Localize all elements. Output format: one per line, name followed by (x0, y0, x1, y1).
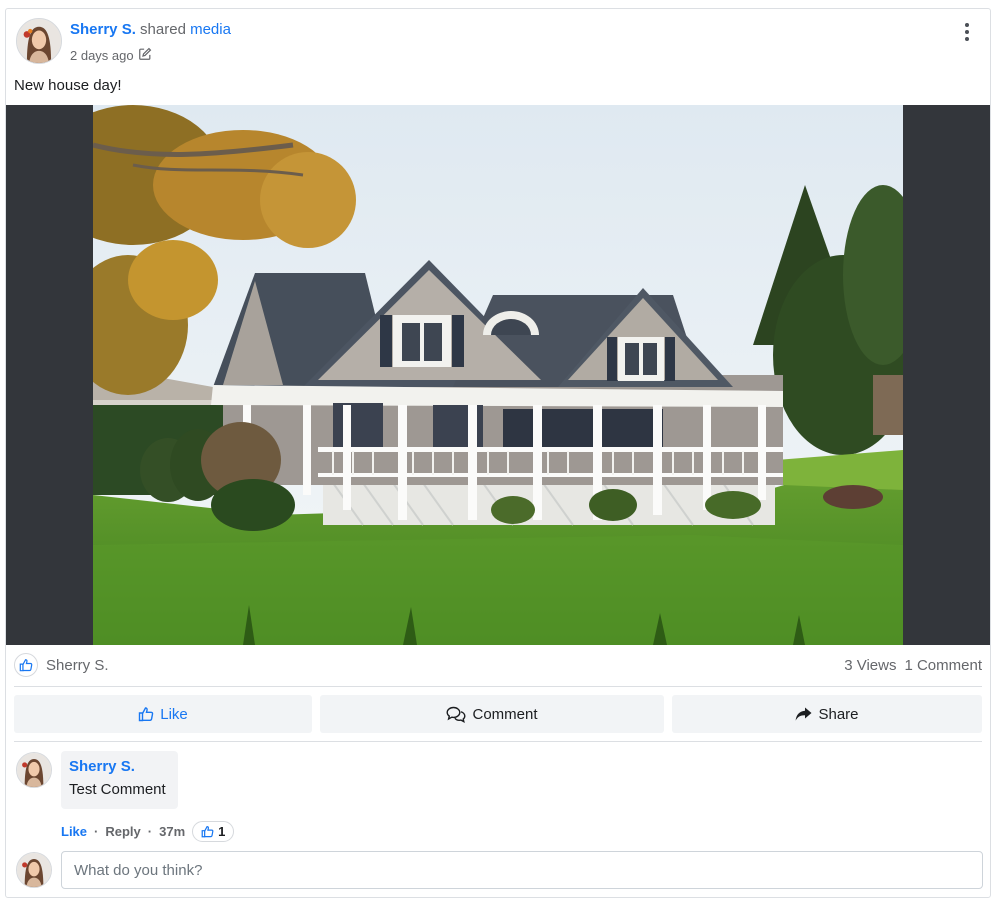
comment-time[interactable]: 37m (159, 824, 185, 839)
comment-button-label: Comment (472, 705, 538, 723)
shared-text: shared (140, 21, 186, 38)
edit-icon[interactable] (138, 47, 152, 64)
current-user-avatar (16, 852, 52, 888)
media-viewer (6, 105, 990, 645)
post-card: Sherry S. shared media 2 days ago New ho… (5, 8, 991, 898)
comments-count[interactable]: 1 Comment (904, 657, 982, 674)
ellipsis-vertical-icon (965, 23, 969, 27)
actions-divider (14, 741, 982, 742)
comment-reply-link[interactable]: Reply (105, 824, 140, 839)
media-link[interactable]: media (190, 21, 231, 38)
author-avatar[interactable] (16, 18, 62, 64)
comment-text: Test Comment (69, 781, 166, 798)
comment-like-link[interactable]: Like (61, 824, 87, 839)
post-text: New house day! (14, 77, 122, 94)
comment-reaction-count[interactable]: 1 (192, 821, 235, 842)
comment-bubble: Sherry S. Test Comment (61, 751, 178, 809)
comment-input[interactable] (61, 851, 983, 889)
stats-divider (14, 686, 982, 687)
post-header: Sherry S. shared media (70, 21, 231, 38)
like-button-label: Like (160, 705, 188, 723)
post-stats: Sherry S. 3 Views 1 Comment (14, 653, 982, 679)
views-count[interactable]: 3 Views (844, 657, 896, 674)
post-options-button[interactable] (958, 21, 976, 43)
share-button[interactable]: Share (672, 695, 982, 733)
commenter-avatar[interactable] (16, 752, 52, 788)
like-button[interactable]: Like (14, 695, 312, 733)
thumbs-up-icon (139, 707, 154, 722)
share-button-label: Share (818, 705, 859, 723)
stats-counts: 3 Views 1 Comment (844, 657, 982, 674)
liker-name[interactable]: Sherry S. (46, 657, 109, 674)
thumbs-up-icon (201, 826, 214, 838)
separator-dot: · (147, 824, 153, 839)
comment-actions: Like · Reply · 37m 1 (61, 821, 235, 842)
thumbs-up-icon (19, 659, 33, 672)
post-photo[interactable] (93, 105, 903, 645)
author-name-link[interactable]: Sherry S. (70, 21, 136, 38)
reaction-count: 1 (218, 824, 226, 839)
comments-icon (446, 706, 466, 723)
post-timestamp-row: 2 days ago (70, 47, 152, 64)
comment-button[interactable]: Comment (320, 695, 664, 733)
like-reaction-badge[interactable] (14, 653, 38, 677)
share-icon (796, 707, 812, 721)
post-timestamp[interactable]: 2 days ago (70, 48, 134, 63)
separator-dot: · (94, 824, 99, 839)
comment-author-link[interactable]: Sherry S. (69, 758, 170, 775)
